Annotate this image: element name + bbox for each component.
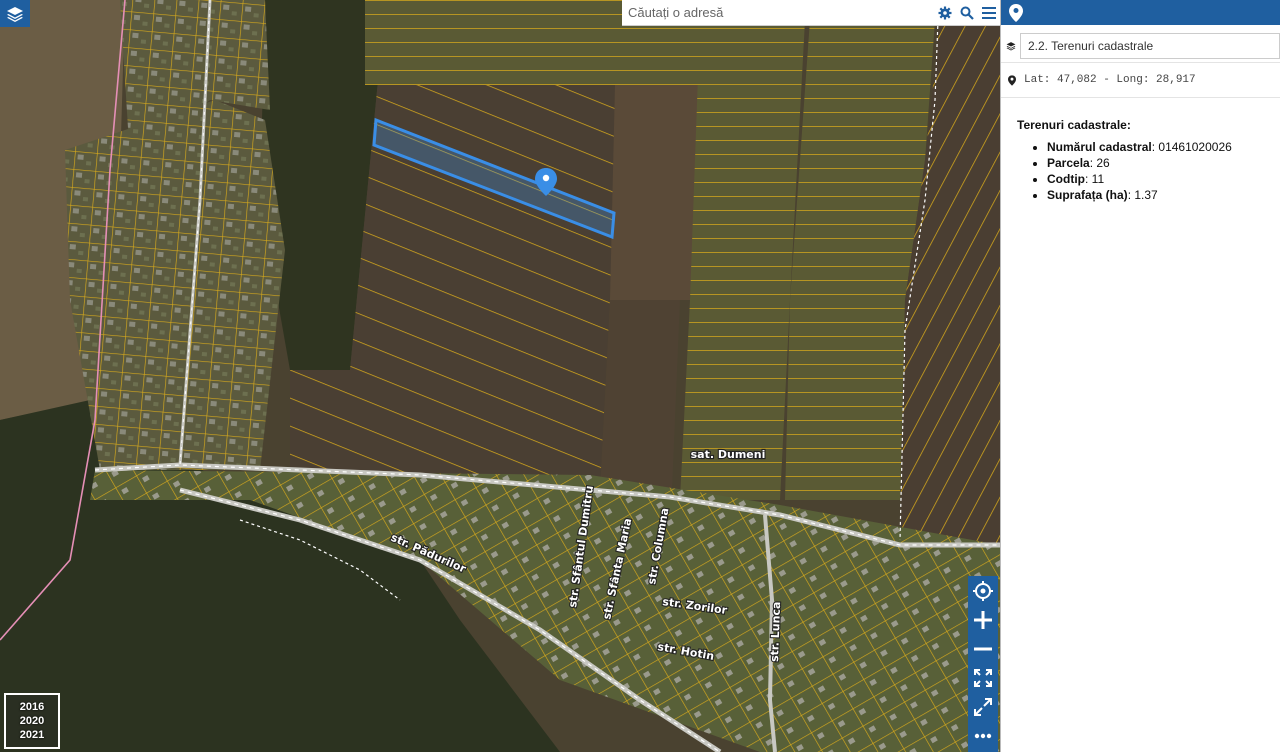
- feature-info-title: Terenuri cadastrale:: [1017, 118, 1131, 132]
- attribute-label: Parcela: [1047, 156, 1090, 170]
- attribute-label: Codtip: [1047, 172, 1085, 186]
- locate-button[interactable]: [968, 576, 998, 605]
- year-option[interactable]: 2020: [20, 714, 44, 728]
- attribute-list: Numărul cadastral: 01461020026 Parcela: …: [1017, 140, 1280, 202]
- map-view[interactable]: sat. Dumeni str. Pădurilor str. Sfântul …: [0, 0, 1000, 752]
- map-pin-icon[interactable]: [1009, 3, 1023, 22]
- locate-icon: [973, 580, 993, 601]
- fullscreen-button[interactable]: [968, 692, 998, 721]
- map-controls: [968, 576, 998, 752]
- zoom-out-button[interactable]: [968, 634, 998, 663]
- attribute-value: 11: [1091, 172, 1105, 186]
- attribute-value: 01461020026: [1158, 140, 1232, 154]
- attribute-item: Parcela: 26: [1047, 156, 1280, 170]
- layer-row: 2.2. Terenuri cadastrale: [1006, 32, 1280, 60]
- search-icon[interactable]: [956, 2, 978, 24]
- minus-icon: [974, 647, 992, 650]
- layers-icon: [1006, 42, 1016, 51]
- layer-select[interactable]: 2.2. Terenuri cadastrale: [1020, 33, 1280, 59]
- zoom-in-button[interactable]: [968, 605, 998, 634]
- coordinates-text: Lat: 47,082 - Long: 28,917: [1024, 74, 1196, 86]
- attribute-item: Codtip: 11: [1047, 172, 1280, 186]
- plus-icon: [974, 610, 992, 629]
- search-bar: [622, 0, 1000, 26]
- imagery-year-selector[interactable]: 2016 2020 2021: [4, 693, 60, 749]
- village-label: sat. Dumeni: [691, 448, 766, 461]
- panel-header: [1001, 0, 1280, 25]
- more-button[interactable]: [968, 721, 998, 750]
- attribute-value: 1.37: [1134, 188, 1158, 202]
- coordinates-row: Lat: 47,082 - Long: 28,917: [1001, 62, 1280, 98]
- attribute-item: Numărul cadastral: 01461020026: [1047, 140, 1280, 154]
- info-panel: 2.2. Terenuri cadastrale Lat: 47,082 - L…: [1000, 0, 1280, 752]
- year-option[interactable]: 2016: [20, 700, 44, 714]
- fit-bounds-icon: [974, 668, 992, 687]
- satellite-imagery: sat. Dumeni str. Pădurilor str. Sfântul …: [0, 0, 1000, 752]
- fullscreen-icon: [974, 697, 992, 716]
- layers-button[interactable]: [0, 0, 30, 27]
- more-icon: [974, 733, 992, 738]
- fit-bounds-button[interactable]: [968, 663, 998, 692]
- street-label: str. Lunca: [768, 601, 783, 662]
- year-option[interactable]: 2021: [20, 728, 44, 742]
- menu-icon[interactable]: [978, 2, 1000, 24]
- layers-icon: [7, 6, 23, 22]
- gear-icon[interactable]: [934, 2, 956, 24]
- map-pin-icon: [1008, 74, 1016, 86]
- feature-info: Terenuri cadastrale: Numărul cadastral: …: [1001, 98, 1280, 202]
- attribute-value: 26: [1096, 156, 1110, 170]
- attribute-label: Numărul cadastral: [1047, 140, 1152, 154]
- search-input[interactable]: [622, 1, 934, 24]
- attribute-item: Suprafața (ha): 1.37: [1047, 188, 1280, 202]
- attribute-label: Suprafața (ha): [1047, 188, 1128, 202]
